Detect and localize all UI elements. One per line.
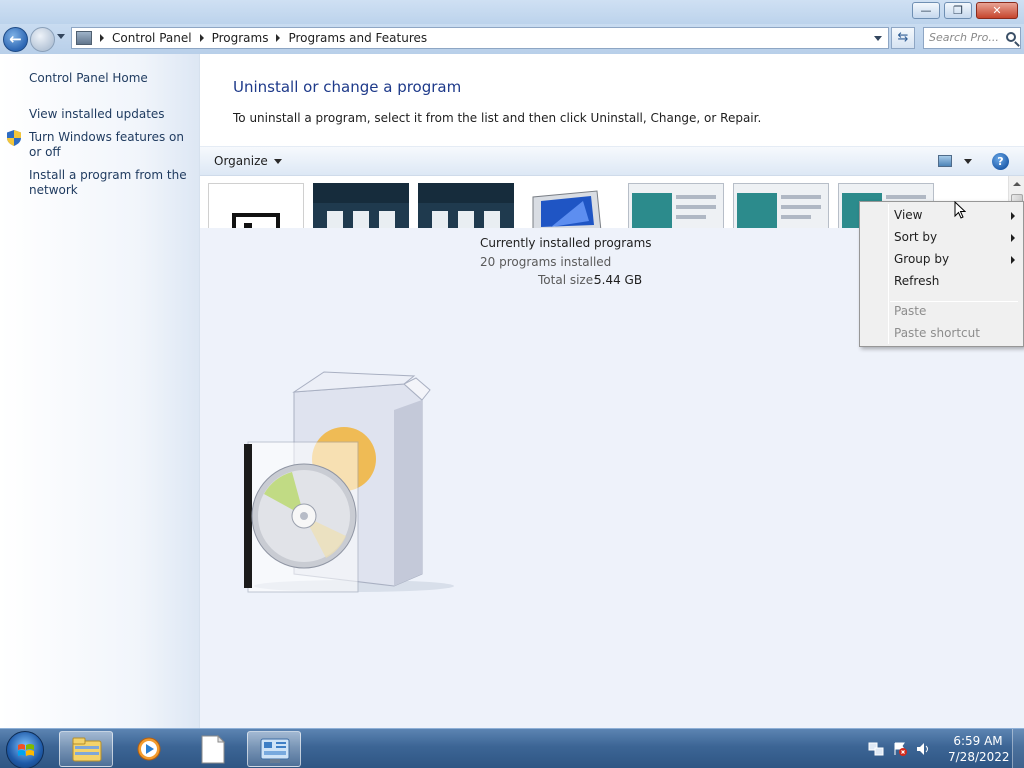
sidebar-item-view-installed-updates[interactable]: View installed updates: [29, 107, 189, 122]
breadcrumb-programs[interactable]: Programs: [212, 31, 269, 45]
main-content: Uninstall or change a program To uninsta…: [200, 54, 1024, 728]
chevron-right-icon[interactable]: [276, 34, 281, 42]
chevron-down-icon: [273, 158, 282, 164]
menu-gutter: [888, 204, 889, 344]
submenu-arrow-icon: [1011, 234, 1015, 242]
show-desktop-button[interactable]: [1012, 729, 1024, 768]
submenu-arrow-icon: [1011, 212, 1015, 220]
chevron-right-icon[interactable]: [199, 34, 204, 42]
action-center-icon[interactable]: [892, 741, 908, 757]
submenu-arrow-icon: [1011, 256, 1015, 264]
media-player-icon: [137, 737, 161, 761]
network-icon[interactable]: [868, 741, 884, 757]
program-thumbnail[interactable]: [418, 183, 514, 228]
taskbar-control-panel-button[interactable]: [247, 731, 301, 767]
program-thumbnail[interactable]: [313, 183, 409, 228]
menu-item-paste-shortcut: Paste shortcut: [894, 326, 980, 340]
scroll-up-icon[interactable]: [1013, 182, 1021, 186]
forward-button[interactable]: [30, 27, 55, 52]
program-thumbnail[interactable]: [208, 183, 304, 228]
total-size-label: Total size:: [538, 273, 598, 287]
command-bar: Organize ?: [200, 146, 1024, 176]
explorer-icon: [72, 737, 102, 762]
close-button[interactable]: ✕: [976, 2, 1018, 19]
breadcrumb-programs-and-features[interactable]: Programs and Features: [288, 31, 427, 45]
menu-item-view[interactable]: View: [894, 208, 922, 222]
help-icon[interactable]: ?: [992, 153, 1009, 170]
navigation-bar: ← Control Panel Programs Programs and Fe…: [0, 24, 1024, 54]
taskbar-media-player-button[interactable]: [122, 731, 176, 767]
task-pane: Control Panel Home View installed update…: [0, 54, 200, 728]
context-menu: View Sort by Group by Refresh Paste Past…: [859, 201, 1024, 347]
shield-icon: [7, 130, 21, 146]
organize-label: Organize: [214, 154, 268, 168]
document-icon: [201, 734, 226, 764]
back-button[interactable]: ←: [3, 27, 28, 52]
menu-item-group-by[interactable]: Group by: [894, 252, 949, 266]
minimize-button[interactable]: —: [912, 2, 940, 19]
windows-logo-icon: [18, 744, 34, 756]
refresh-button[interactable]: ⇆: [891, 27, 915, 49]
program-thumbnail[interactable]: [628, 183, 724, 228]
menu-item-sort-by[interactable]: Sort by: [894, 230, 937, 244]
address-bar[interactable]: Control Panel Programs Programs and Feat…: [71, 27, 889, 49]
menu-separator: [890, 301, 1018, 302]
program-count: 20 programs installed: [480, 255, 612, 269]
page-description: To uninstall a program, select it from t…: [233, 111, 762, 125]
search-input[interactable]: Search Pro...: [923, 27, 1021, 49]
mouse-cursor-icon: [954, 201, 966, 219]
clock-time: 6:59 AM: [953, 734, 1003, 748]
address-dropdown-icon[interactable]: [874, 36, 882, 41]
system-clock[interactable]: 6:59 AM 7/28/2022: [948, 733, 1010, 765]
menu-item-paste: Paste: [894, 304, 927, 318]
program-thumbnail[interactable]: [523, 183, 619, 228]
restore-button[interactable]: ❐: [944, 2, 972, 19]
breadcrumb-control-panel[interactable]: Control Panel: [112, 31, 192, 45]
volume-icon[interactable]: [915, 741, 931, 757]
recent-pages-dropdown[interactable]: [57, 34, 65, 39]
title-bar: — ❐ ✕: [0, 0, 1024, 24]
organize-button[interactable]: Organize: [214, 154, 282, 168]
sidebar-item-windows-features[interactable]: Turn Windows features on or off: [29, 130, 189, 160]
control-panel-icon: [76, 31, 92, 45]
chevron-right-icon[interactable]: [100, 34, 104, 42]
control-panel-icon: [260, 738, 290, 763]
window-controls: — ❐ ✕: [912, 2, 1018, 19]
programs-and-features-icon: [244, 371, 454, 593]
program-thumbnail[interactable]: [733, 183, 829, 228]
search-placeholder: Search Pro...: [929, 31, 999, 44]
sidebar-item-install-from-network[interactable]: Install a program from the network: [29, 168, 189, 198]
taskbar: 6:59 AM 7/28/2022: [0, 728, 1024, 768]
menu-item-refresh[interactable]: Refresh: [894, 274, 939, 288]
details-title: Currently installed programs: [480, 236, 652, 250]
notification-area: 6:59 AM 7/28/2022: [860, 729, 1024, 768]
clock-date: 7/28/2022: [948, 750, 1010, 764]
total-size-value: 5.44 GB: [594, 273, 643, 287]
taskbar-document-button[interactable]: [185, 731, 239, 767]
change-view-icon[interactable]: [938, 155, 952, 167]
search-icon[interactable]: [1006, 32, 1016, 42]
view-options-dropdown[interactable]: [964, 159, 972, 164]
taskbar-explorer-button[interactable]: [59, 731, 113, 767]
page-title: Uninstall or change a program: [233, 78, 462, 96]
start-button[interactable]: [6, 731, 44, 768]
sidebar-item-control-panel-home[interactable]: Control Panel Home: [29, 71, 189, 86]
